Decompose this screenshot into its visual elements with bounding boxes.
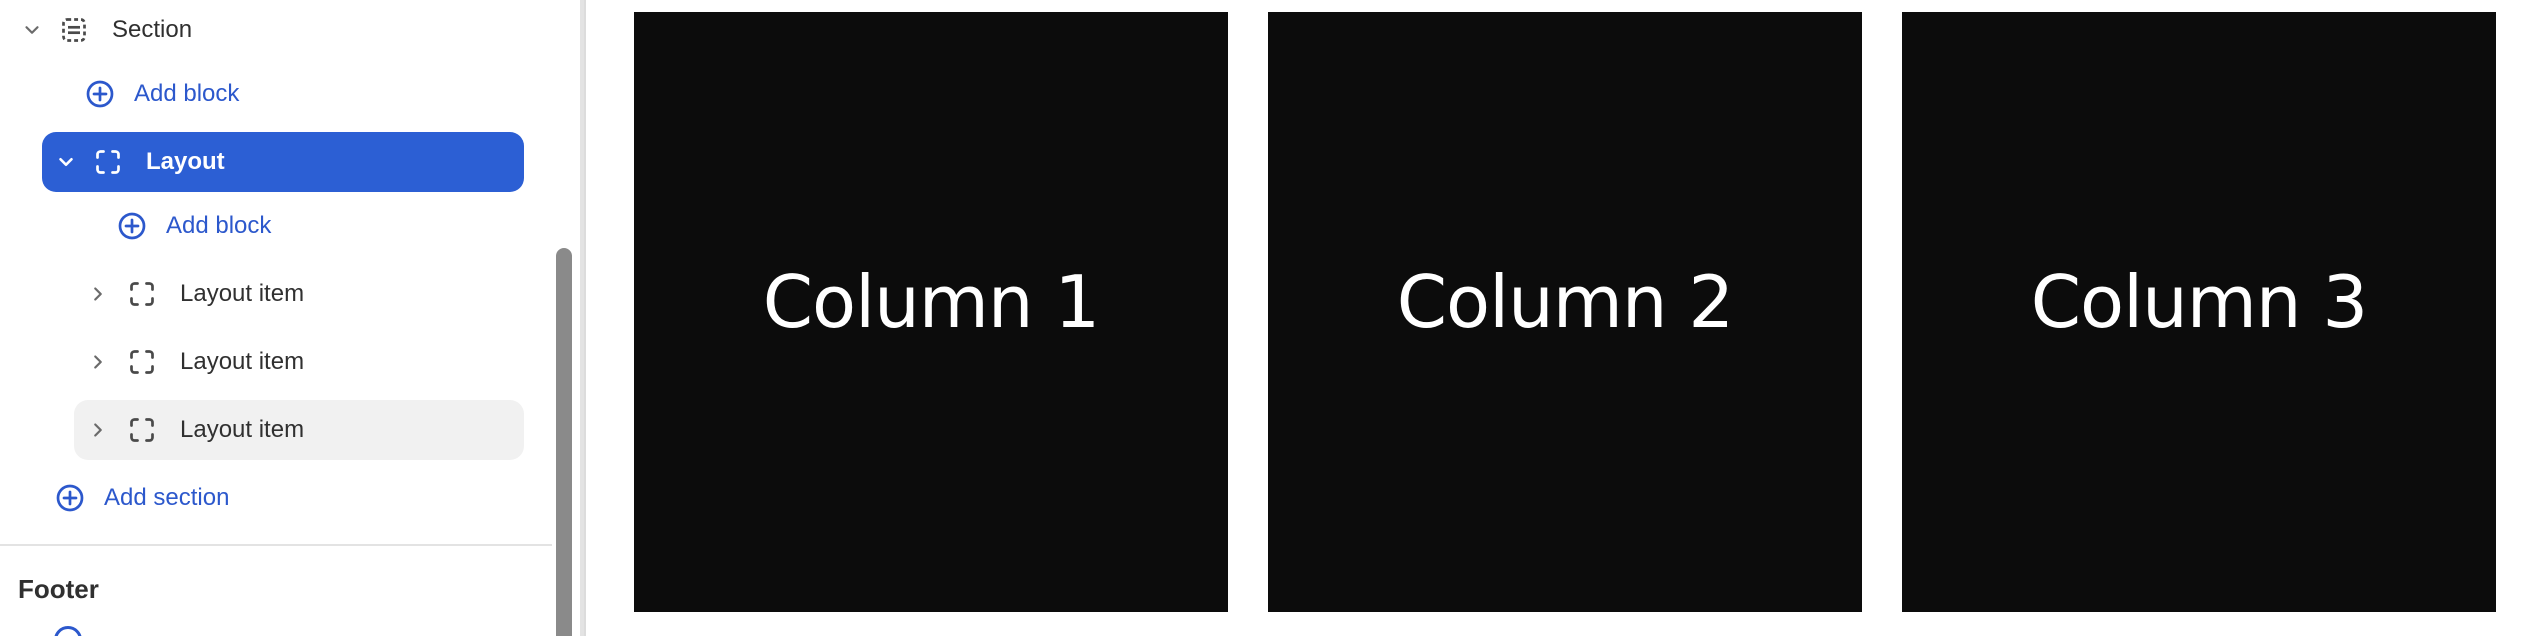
plus-circle-icon	[54, 482, 86, 514]
tree-item-layout-item[interactable]: Layout item	[74, 332, 524, 392]
theme-editor: Section Add block Layout Add block Layou…	[0, 0, 2534, 636]
sidebar-scrollbar-thumb[interactable]	[556, 248, 572, 636]
chevron-right-icon[interactable]	[84, 416, 112, 444]
add-block-button[interactable]: Add block	[116, 196, 271, 256]
column-block[interactable]: Column 1	[634, 12, 1228, 612]
plus-circle-icon	[84, 78, 116, 110]
plus-circle-icon[interactable]	[54, 626, 82, 636]
sidebar: Section Add block Layout Add block Layou…	[0, 0, 580, 636]
column-heading: Column 1	[762, 260, 1100, 344]
tree-item-section[interactable]: Section	[18, 0, 538, 60]
column-block[interactable]: Column 2	[1268, 12, 1862, 612]
layout-item-icon	[126, 414, 158, 446]
tree-item-layout-item[interactable]: Layout item	[74, 400, 524, 460]
section-icon	[58, 14, 90, 46]
sidebar-divider	[0, 544, 552, 546]
add-block-label: Add block	[134, 80, 240, 107]
chevron-right-icon[interactable]	[84, 348, 112, 376]
tree-item-label: Layout item	[180, 348, 305, 375]
tree-item-layout[interactable]: Layout	[42, 132, 524, 192]
chevron-down-icon[interactable]	[18, 16, 46, 44]
add-block-label: Add block	[166, 212, 272, 239]
chevron-right-icon[interactable]	[84, 280, 112, 308]
column-heading: Column 3	[2030, 260, 2368, 344]
chevron-down-icon[interactable]	[52, 148, 80, 176]
canvas-border	[584, 0, 586, 636]
plus-circle-icon	[116, 210, 148, 242]
add-block-button[interactable]: Add block	[84, 64, 239, 124]
column-heading: Column 2	[1396, 260, 1734, 344]
layout-icon	[92, 146, 124, 178]
add-section-label: Add section	[104, 484, 230, 511]
footer-group-title: Footer	[18, 574, 99, 604]
add-section-button[interactable]: Add section	[54, 468, 229, 528]
layout-item-icon	[126, 278, 158, 310]
tree-item-label: Layout item	[180, 280, 305, 307]
tree-item-label: Layout item	[180, 416, 305, 443]
layout-item-icon	[126, 346, 158, 378]
column-block[interactable]: Column 3	[1902, 12, 2496, 612]
tree-item-layout-item[interactable]: Layout item	[74, 264, 524, 324]
tree-item-label: Layout	[146, 148, 225, 175]
tree-item-label: Section	[112, 16, 193, 43]
